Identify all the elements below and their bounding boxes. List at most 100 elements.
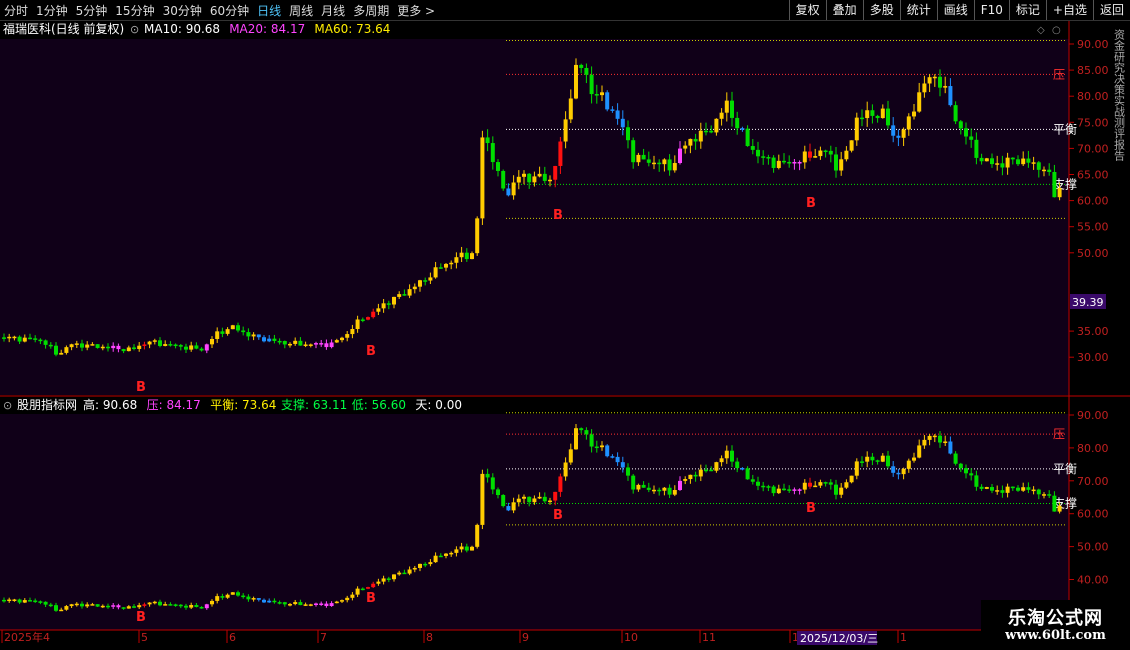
candle-body [28,337,32,340]
candle-body [43,601,48,605]
tool-button-3[interactable]: 统计 [899,0,937,20]
candle-body [475,524,480,547]
candle-body [220,596,225,598]
candle-body [938,76,942,88]
candle-body [59,609,64,612]
main-panel-dropdown-icon[interactable]: ⊙ [130,23,139,36]
candle-body [22,600,27,603]
axis-label: 40.00 [1077,574,1109,587]
candle-body [54,345,58,355]
candle-body [802,151,807,163]
candle-body [516,176,521,183]
candle-body [12,336,17,339]
period-tab-7[interactable]: 周线 [289,2,313,19]
candle-body [329,603,334,607]
period-tab-9[interactable]: 多周期 [353,2,389,19]
candle-body [293,602,298,605]
candle-body [371,311,376,318]
sub-panel-dropdown-icon[interactable]: ⊙ [3,399,12,412]
candle-body [1000,163,1005,168]
candle-body [324,343,329,348]
tool-button-2[interactable]: 多股 [862,0,900,20]
candle-body [615,110,620,119]
period-tab-6[interactable]: 日线 [257,2,281,19]
period-tab-1[interactable]: 1分钟 [36,2,68,19]
tool-button-0[interactable]: 复权 [788,0,826,20]
period-tab-8[interactable]: 月线 [321,2,345,19]
candle-body [33,600,38,603]
candle-body [605,445,610,457]
date-label: 9 [522,631,529,644]
period-tab-10[interactable]: 更多 > [397,2,435,19]
candle-body [126,347,131,352]
candle-body [204,604,209,609]
candle-body [579,64,584,68]
candle-body [1005,157,1010,168]
candle-body [22,337,27,342]
candle-body [990,487,994,491]
candle-body [360,588,365,591]
tool-button-7[interactable]: +自选 [1045,0,1093,20]
level-label: 支撑 [1053,176,1077,191]
period-tab-5[interactable]: 60分钟 [210,2,249,19]
candle-body [672,163,677,171]
candle-body [142,344,147,346]
main-settings-icon[interactable]: ◇ [1037,25,1045,36]
watermark-name: 乐淘公式网 [1008,608,1103,629]
candle-body [766,157,771,159]
candle-body [776,488,781,494]
candle-body [1026,487,1031,490]
candle-body [438,555,443,558]
candle-body [433,267,438,278]
candle-body [184,605,188,608]
candle-body [626,127,630,141]
candle-body [334,340,339,343]
candle-body [844,150,849,160]
candle-body [563,119,568,142]
candle-body [158,601,162,606]
candle-body [501,170,506,189]
candle-body [506,506,511,511]
axis-label: 35.00 [1077,325,1109,338]
period-tab-0[interactable]: 分时 [4,2,28,19]
tool-button-4[interactable]: 画线 [936,0,974,20]
toolbar: 分时 1分钟 5分钟 15分钟 30分钟 60分钟 日线 周线 月线 多周期 更多 > 复权 叠加 多股… [0,0,1130,21]
tool-button-5[interactable]: F10 [973,0,1009,20]
candle-body [548,179,552,182]
price-tag-label: 39.39 [1072,296,1104,309]
candle-body [1010,157,1015,160]
buy-marker-main: B [136,380,146,395]
period-tab-4[interactable]: 30分钟 [163,2,202,19]
candle-body [553,491,558,501]
axis-label: 60.00 [1077,508,1109,521]
candle-body [891,125,896,136]
period-tab-2[interactable]: 5分钟 [76,2,108,19]
candle-body [194,604,199,608]
candle-body [870,456,875,461]
candle-body [854,461,859,476]
candle-body [12,599,17,601]
candle-body [33,338,38,340]
candle-body [709,469,714,472]
candle-body [418,280,422,287]
main-max-icon[interactable]: ○ [1052,25,1061,36]
candle-body [652,489,656,492]
candle-body [7,336,12,339]
candle-body [454,549,459,553]
candle-body [168,604,173,606]
period-tab-3[interactable]: 15分钟 [115,2,154,19]
tool-button-8[interactable]: 返回 [1092,0,1130,20]
tool-button-1[interactable]: 叠加 [825,0,863,20]
candle-body [735,117,740,129]
candle-body [423,280,428,282]
legend-item: 支撑: 63.11 [281,397,347,412]
candle-body [464,546,469,551]
kline-chart[interactable]: 福瑞医科(日线 前复权) ⊙ MA10: 90.68 MA20: 84.17 MA6… [0,21,1130,650]
tool-button-6[interactable]: 标记 [1008,0,1046,20]
candle-body [532,176,537,183]
candle-body [594,94,599,96]
candle-body [548,500,552,503]
candle-body [277,340,282,343]
legend-item: 高: 90.68 [83,397,137,412]
candle-body [880,455,885,462]
